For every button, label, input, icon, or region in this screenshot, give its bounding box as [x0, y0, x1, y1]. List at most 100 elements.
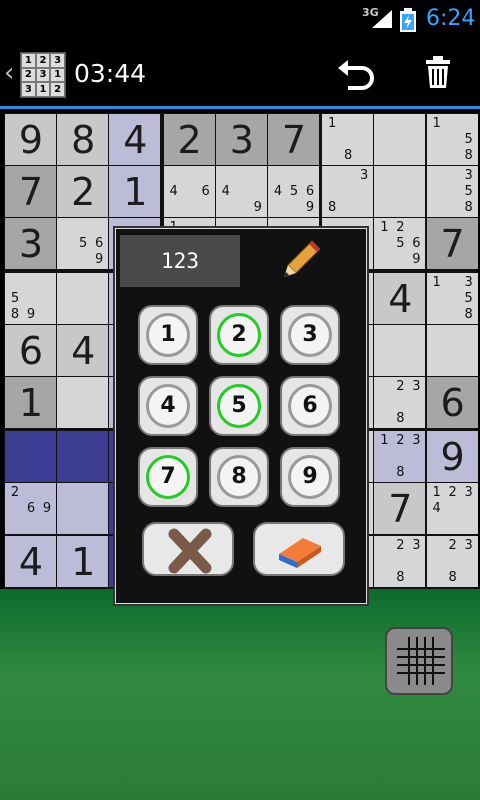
undo-icon[interactable]	[336, 56, 376, 92]
sudoku-cell[interactable]: 38	[322, 166, 374, 218]
sudoku-cell[interactable]: 238	[374, 535, 426, 587]
number-button-9[interactable]: 9	[280, 447, 340, 507]
sudoku-cell[interactable]	[374, 166, 426, 218]
sudoku-cell[interactable]: 269	[5, 483, 56, 535]
note-digit	[429, 291, 445, 307]
sudoku-cell[interactable]: 7	[426, 218, 478, 270]
sudoku-cell[interactable]: 7	[374, 483, 426, 535]
sudoku-cell[interactable]: 7	[5, 166, 56, 218]
sudoku-cell[interactable]: 589	[5, 272, 56, 324]
eraser-button[interactable]	[253, 522, 345, 576]
note-digit: 2	[448, 485, 457, 501]
number-button-3[interactable]: 3	[280, 305, 340, 365]
number-button-4[interactable]: 4	[138, 376, 198, 436]
note-digit	[408, 184, 424, 200]
note-digit	[324, 148, 340, 164]
sudoku-cell[interactable]: 49	[215, 166, 267, 218]
sudoku-cell[interactable]: 4	[109, 114, 161, 165]
sudoku-cell[interactable]: 7	[268, 114, 319, 165]
sudoku-cell[interactable]: 1	[57, 535, 109, 587]
sudoku-cell[interactable]: 1238	[374, 431, 426, 483]
cell-value: 7	[388, 487, 413, 532]
sudoku-cell[interactable]: 238	[426, 535, 478, 587]
sudoku-cell[interactable]	[57, 272, 109, 324]
sudoku-cell[interactable]: 6	[426, 377, 478, 428]
clear-x-icon	[168, 528, 212, 574]
sudoku-cell[interactable]: 46	[163, 166, 215, 218]
sudoku-cell[interactable]	[374, 324, 426, 376]
note-digit: 8	[396, 465, 405, 481]
battery-icon	[400, 8, 416, 32]
note-digit: 4	[169, 184, 178, 200]
note-digit	[324, 132, 340, 148]
cell-value: 1	[123, 170, 148, 215]
sudoku-cell[interactable]	[5, 431, 56, 483]
app-icon-digit: 1	[21, 53, 36, 68]
note-digit: 6	[412, 236, 421, 252]
note-digit	[445, 501, 461, 517]
grid-toggle-icon[interactable]	[385, 627, 453, 695]
sudoku-cell[interactable]: 1 58	[426, 114, 478, 165]
sudoku-cell[interactable]: 4	[57, 324, 109, 376]
trash-icon[interactable]	[424, 54, 452, 90]
note-digit	[429, 148, 445, 164]
app-logo-icon[interactable]: 123231312	[20, 52, 66, 98]
note-digit: 9	[95, 252, 104, 268]
back-chevron-icon[interactable]: ‹	[4, 60, 14, 86]
sudoku-cell[interactable]: 2	[163, 114, 215, 165]
note-digit: 6	[305, 184, 315, 200]
sudoku-cell[interactable]: 358	[426, 166, 478, 218]
sudoku-cell[interactable]	[57, 431, 109, 483]
note-digit	[340, 184, 356, 200]
note-digit	[376, 148, 392, 164]
sudoku-cell[interactable]: 1	[5, 377, 56, 428]
sudoku-cell[interactable]	[374, 114, 426, 165]
sudoku-cell[interactable]: 9	[5, 114, 56, 165]
note-digit	[461, 501, 477, 517]
sudoku-cell[interactable]: 9	[426, 431, 478, 483]
app-icon-digit: 1	[50, 67, 65, 83]
number-mode-tab[interactable]: 123	[120, 235, 240, 287]
note-digit: 1	[380, 220, 389, 236]
sudoku-cell[interactable]: 238	[374, 377, 426, 428]
sudoku-cell[interactable]: 12569	[374, 218, 426, 270]
sudoku-cell[interactable]: 6	[5, 324, 56, 376]
number-button-1[interactable]: 1	[138, 305, 198, 365]
cell-value	[57, 483, 108, 534]
cell-notes: 49	[218, 168, 266, 216]
sudoku-cell[interactable]: 1 358	[426, 272, 478, 324]
note-digit	[250, 184, 266, 200]
sudoku-cell[interactable]: 1	[109, 166, 161, 218]
note-digit	[392, 184, 408, 200]
note-digit	[234, 184, 250, 200]
number-button-5[interactable]: 5	[209, 376, 269, 436]
sudoku-cell[interactable]: 2	[57, 166, 109, 218]
sudoku-cell[interactable]: 123 4	[426, 483, 478, 535]
sudoku-cell[interactable]: 18	[322, 114, 374, 165]
sudoku-cell[interactable]: 3	[5, 218, 56, 270]
sudoku-cell[interactable]	[426, 324, 478, 376]
note-digit	[408, 554, 424, 570]
note-digit	[445, 554, 461, 570]
note-digit	[376, 200, 392, 216]
sudoku-cell[interactable]	[57, 377, 109, 428]
number-button-8[interactable]: 8	[209, 447, 269, 507]
sudoku-cell[interactable]: 4569	[268, 166, 319, 218]
sudoku-cell[interactable]: 3	[215, 114, 267, 165]
sudoku-cell[interactable]	[57, 483, 109, 535]
note-digit	[408, 168, 424, 184]
note-digit	[23, 485, 39, 501]
note-digit: 8	[464, 306, 473, 322]
number-button-6[interactable]: 6	[280, 376, 340, 436]
note-digit: 5	[464, 132, 473, 147]
note-digit	[7, 501, 23, 517]
number-button-2[interactable]: 2	[209, 305, 269, 365]
sudoku-cell[interactable]: 8	[57, 114, 109, 165]
clear-button[interactable]	[142, 522, 234, 576]
sudoku-cell[interactable]: 4	[5, 535, 56, 587]
pencil-icon[interactable]	[282, 239, 322, 279]
note-digit	[392, 449, 408, 465]
sudoku-cell[interactable]: 4	[374, 272, 426, 324]
sudoku-cell[interactable]: 569	[57, 218, 109, 270]
number-button-7[interactable]: 7	[138, 447, 198, 507]
